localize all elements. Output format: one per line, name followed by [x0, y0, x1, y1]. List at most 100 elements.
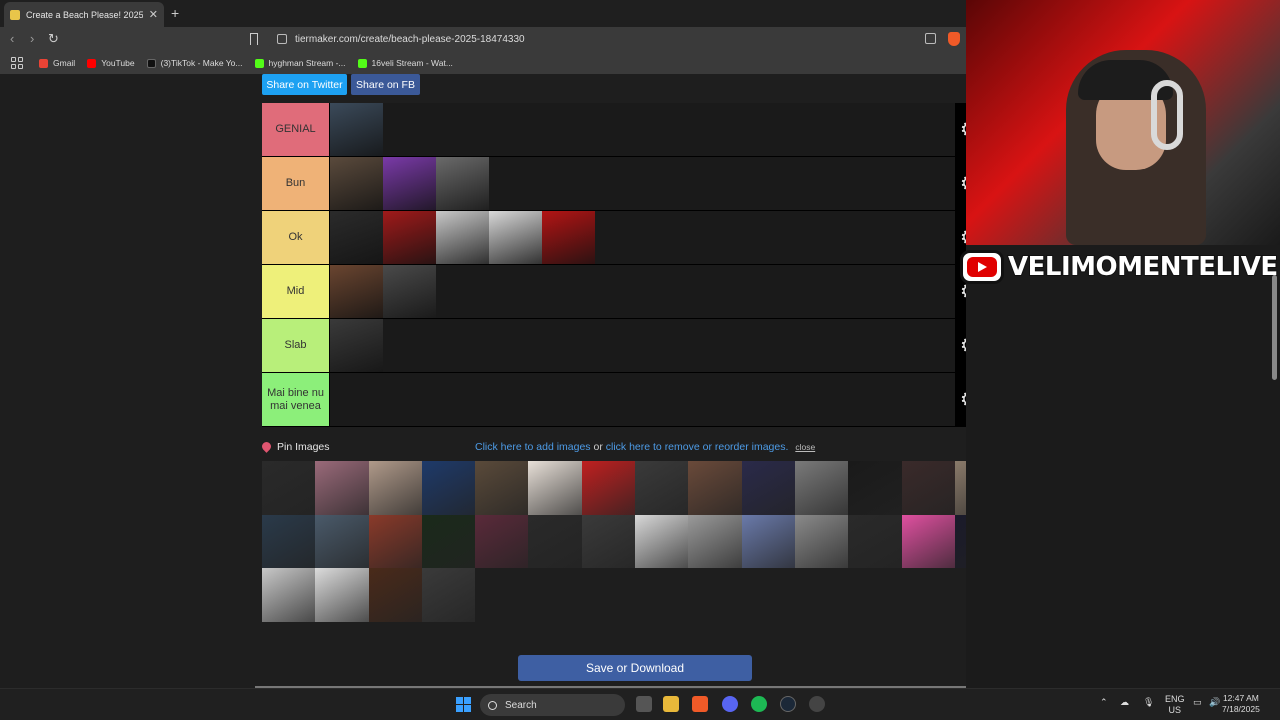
- tier-image-tile[interactable]: [330, 103, 383, 156]
- tier-label[interactable]: GENIAL: [262, 103, 329, 156]
- task-view-icon[interactable]: [636, 696, 652, 712]
- tier-image-tile[interactable]: [383, 157, 436, 210]
- pool-image-tile[interactable]: [262, 514, 316, 568]
- brave-browser-icon[interactable]: [692, 696, 708, 712]
- pool-image-tile[interactable]: [421, 568, 476, 622]
- tier-image-tile[interactable]: [436, 157, 489, 210]
- pool-image-tile[interactable]: [635, 514, 689, 568]
- add-images-link[interactable]: Click here to add images: [475, 441, 591, 453]
- pool-image-tile[interactable]: [475, 461, 529, 515]
- pool-image-tile[interactable]: [741, 461, 795, 515]
- steam-icon[interactable]: [780, 696, 796, 712]
- pin-images-label[interactable]: Pin Images: [277, 441, 330, 453]
- clock[interactable]: 12:47 AM 7/18/2025: [1222, 693, 1260, 715]
- pool-image-tile[interactable]: [901, 461, 955, 515]
- page-scrollbar[interactable]: [1272, 275, 1277, 380]
- gear-icon[interactable]: ⚙: [960, 336, 966, 356]
- pool-image-tile[interactable]: [528, 514, 582, 568]
- pool-image-tile[interactable]: [262, 568, 316, 622]
- brave-shield-icon[interactable]: [948, 32, 960, 46]
- tier-image-tile[interactable]: [436, 211, 489, 264]
- tier-items[interactable]: [329, 373, 955, 426]
- tier-image-tile[interactable]: [542, 211, 595, 264]
- pool-image-tile[interactable]: [421, 514, 476, 568]
- onedrive-icon[interactable]: ☁: [1120, 697, 1129, 708]
- tray-chevron-icon[interactable]: ⌃: [1100, 697, 1108, 708]
- pool-image-tile[interactable]: [794, 461, 849, 515]
- pool-image-tile[interactable]: [848, 461, 902, 515]
- address-bar[interactable]: tiermaker.com/create/beach-please-2025-1…: [268, 29, 968, 50]
- pool-image-tile[interactable]: [315, 461, 369, 515]
- new-tab-button[interactable]: +: [171, 5, 179, 21]
- tier-items[interactable]: [329, 211, 955, 264]
- reload-icon[interactable]: ↻: [48, 31, 59, 47]
- pool-image-tile[interactable]: [368, 514, 422, 568]
- pool-image-tile[interactable]: [741, 514, 795, 568]
- pool-image-tile[interactable]: [635, 461, 689, 515]
- discord-icon[interactable]: [722, 696, 738, 712]
- pool-image-tile[interactable]: [794, 514, 849, 568]
- tier-items[interactable]: [329, 157, 955, 210]
- pool-image-tile[interactable]: [528, 461, 582, 515]
- tier-label[interactable]: Mid: [262, 265, 329, 318]
- save-download-button[interactable]: Save or Download: [518, 655, 752, 681]
- windows-start-icon[interactable]: [456, 697, 471, 712]
- tier-label[interactable]: Slab: [262, 319, 329, 372]
- pool-image-tile[interactable]: [688, 461, 742, 515]
- gear-icon[interactable]: ⚙: [960, 390, 966, 410]
- tier-image-tile[interactable]: [383, 265, 436, 318]
- back-icon[interactable]: ‹: [10, 31, 14, 46]
- tier-label[interactable]: Bun: [262, 157, 329, 210]
- spotify-icon[interactable]: [751, 696, 767, 712]
- taskbar-search[interactable]: Search: [480, 694, 625, 716]
- pool-image-tile[interactable]: [368, 568, 422, 622]
- bookmark-icon[interactable]: [250, 33, 258, 45]
- pool-image-tile[interactable]: [421, 461, 476, 515]
- pool-image-tile[interactable]: [954, 461, 966, 515]
- bookmark-youtube[interactable]: YouTube: [87, 58, 135, 68]
- bookmark-gmail[interactable]: Gmail: [39, 58, 75, 68]
- obs-icon[interactable]: [809, 696, 825, 712]
- tier-image-tile[interactable]: [489, 211, 542, 264]
- pool-image-tile[interactable]: [475, 514, 529, 568]
- remove-reorder-link[interactable]: click here to remove or reorder images.: [606, 441, 789, 453]
- microphone-icon[interactable]: 🎙: [1143, 697, 1154, 708]
- pool-image-tile[interactable]: [368, 461, 422, 515]
- pool-image-tile[interactable]: [315, 568, 369, 622]
- language-indicator[interactable]: ENG US: [1165, 694, 1185, 716]
- tier-image-tile[interactable]: [330, 157, 383, 210]
- tier-image-tile[interactable]: [330, 211, 383, 264]
- tier-image-tile[interactable]: [330, 319, 383, 372]
- bookmark-tiktok[interactable]: (3)TikTok - Make Yo...: [146, 58, 243, 68]
- pool-image-tile[interactable]: [581, 461, 636, 515]
- tier-items[interactable]: [329, 103, 955, 156]
- share-icon[interactable]: [925, 33, 936, 44]
- pool-image-tile[interactable]: [954, 514, 966, 568]
- pool-image-tile[interactable]: [901, 514, 955, 568]
- tier-items[interactable]: [329, 265, 955, 318]
- pool-image-tile[interactable]: [848, 514, 902, 568]
- tier-image-tile[interactable]: [383, 211, 436, 264]
- site-info-icon[interactable]: [277, 34, 287, 44]
- pool-image-tile[interactable]: [262, 461, 316, 515]
- pool-image-tile[interactable]: [581, 514, 636, 568]
- share-fb-button[interactable]: Share on FB: [351, 74, 420, 95]
- pin-icon[interactable]: [260, 440, 273, 453]
- share-twitter-button[interactable]: Share on Twitter: [262, 74, 347, 95]
- close-tab-icon[interactable]: ✕: [149, 8, 158, 21]
- pool-image-tile[interactable]: [688, 514, 742, 568]
- volume-icon[interactable]: 🔊: [1209, 697, 1220, 708]
- tier-items[interactable]: [329, 319, 955, 372]
- forward-icon[interactable]: ›: [30, 31, 34, 46]
- bookmark-kick-16veli[interactable]: 16veli Stream - Wat...: [357, 58, 453, 68]
- browser-tab[interactable]: Create a Beach Please! 2025 Tie ✕: [4, 2, 164, 27]
- file-explorer-icon[interactable]: [663, 696, 679, 712]
- tier-image-tile[interactable]: [330, 265, 383, 318]
- bookmark-kick-hyghman[interactable]: hyghman Stream -...: [254, 58, 346, 68]
- close-link[interactable]: close: [795, 442, 815, 452]
- network-icon[interactable]: ▭: [1193, 697, 1202, 708]
- pool-image-tile[interactable]: [315, 514, 369, 568]
- tier-label[interactable]: Ok: [262, 211, 329, 264]
- apps-grid-icon[interactable]: [11, 57, 23, 69]
- tier-label[interactable]: Mai bine nu mai venea: [262, 373, 329, 426]
